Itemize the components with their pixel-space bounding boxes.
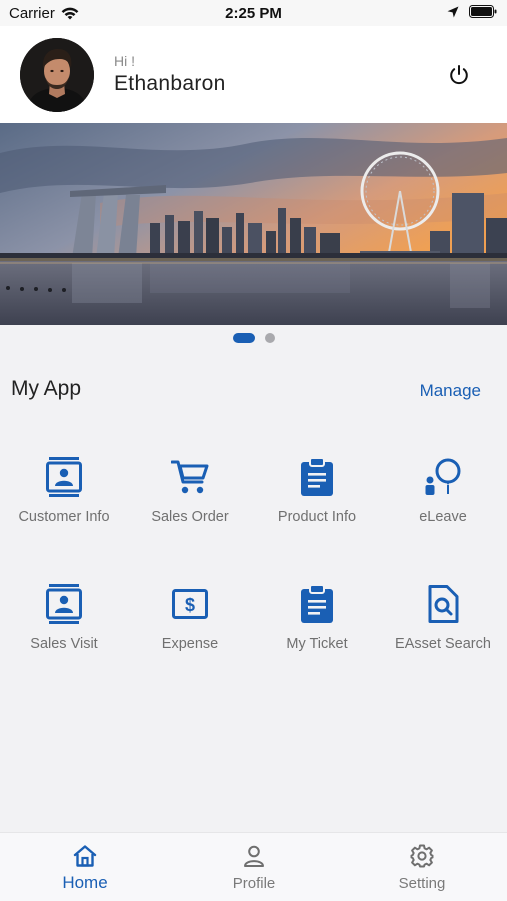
contact-card-icon [46, 457, 82, 497]
tab-label: Home [62, 873, 108, 892]
username: Ethanbaron [114, 72, 226, 95]
app-label: eLeave [419, 509, 467, 525]
banner-dot-2[interactable] [264, 333, 275, 343]
city-skyline-image [0, 123, 507, 325]
app-label: Sales Visit [30, 636, 98, 652]
tab-setting[interactable]: Setting [362, 843, 482, 892]
app-customer-info[interactable]: Customer Info [1, 455, 127, 555]
power-icon [450, 65, 468, 85]
tab-label: Profile [232, 875, 276, 892]
app-sales-visit[interactable]: Sales Visit [1, 582, 127, 682]
app-expense[interactable]: $ Expense [127, 582, 253, 682]
greeting-text: Hi ! [114, 53, 135, 69]
app-label: Product Info [277, 509, 357, 525]
svg-text:$: $ [185, 595, 195, 615]
app-label: Sales Order [151, 509, 229, 525]
battery-icon [469, 5, 497, 18]
app-product-info[interactable]: Product Info [254, 455, 380, 555]
tab-home[interactable]: Home [25, 843, 145, 893]
app-label: Customer Info [18, 509, 110, 525]
dollar-bill-icon: $ [172, 589, 208, 619]
avatar-portrait-icon [20, 38, 94, 112]
promo-banner[interactable] [0, 123, 507, 325]
app-label: Expense [161, 636, 219, 652]
banner-pagination[interactable] [0, 333, 507, 343]
app-sales-order[interactable]: Sales Order [127, 455, 253, 555]
person-balloon-icon [425, 458, 461, 495]
app-label: EAsset Search [395, 636, 491, 652]
manage-button[interactable]: Manage [420, 381, 481, 401]
section-title: My App [11, 377, 82, 400]
home-icon [73, 845, 97, 867]
profile-header: Hi ! Ethanbaron [0, 26, 507, 123]
shopping-cart-icon [171, 460, 209, 494]
bottom-tab-bar: Home Profile Setting [0, 832, 507, 901]
gear-icon [410, 844, 434, 868]
clipboard-icon [301, 458, 333, 496]
app-my-ticket[interactable]: My Ticket [254, 582, 380, 682]
app-eleave[interactable]: eLeave [380, 455, 506, 555]
app-label: My Ticket [286, 636, 348, 652]
logout-button[interactable] [446, 62, 472, 88]
location-arrow-icon [447, 6, 459, 17]
tab-profile[interactable]: Profile [194, 843, 314, 892]
banner-dot-1[interactable] [232, 333, 255, 343]
document-search-icon [428, 585, 459, 623]
tab-label: Setting [398, 875, 446, 892]
clipboard-icon [301, 585, 333, 623]
avatar[interactable] [20, 38, 94, 112]
status-bar: Carrier 2:25 PM [0, 0, 507, 26]
person-icon [244, 845, 264, 867]
contact-card-icon [46, 584, 82, 624]
app-easset-search[interactable]: EAsset Search [380, 582, 506, 682]
status-time: 2:25 PM [225, 5, 282, 22]
